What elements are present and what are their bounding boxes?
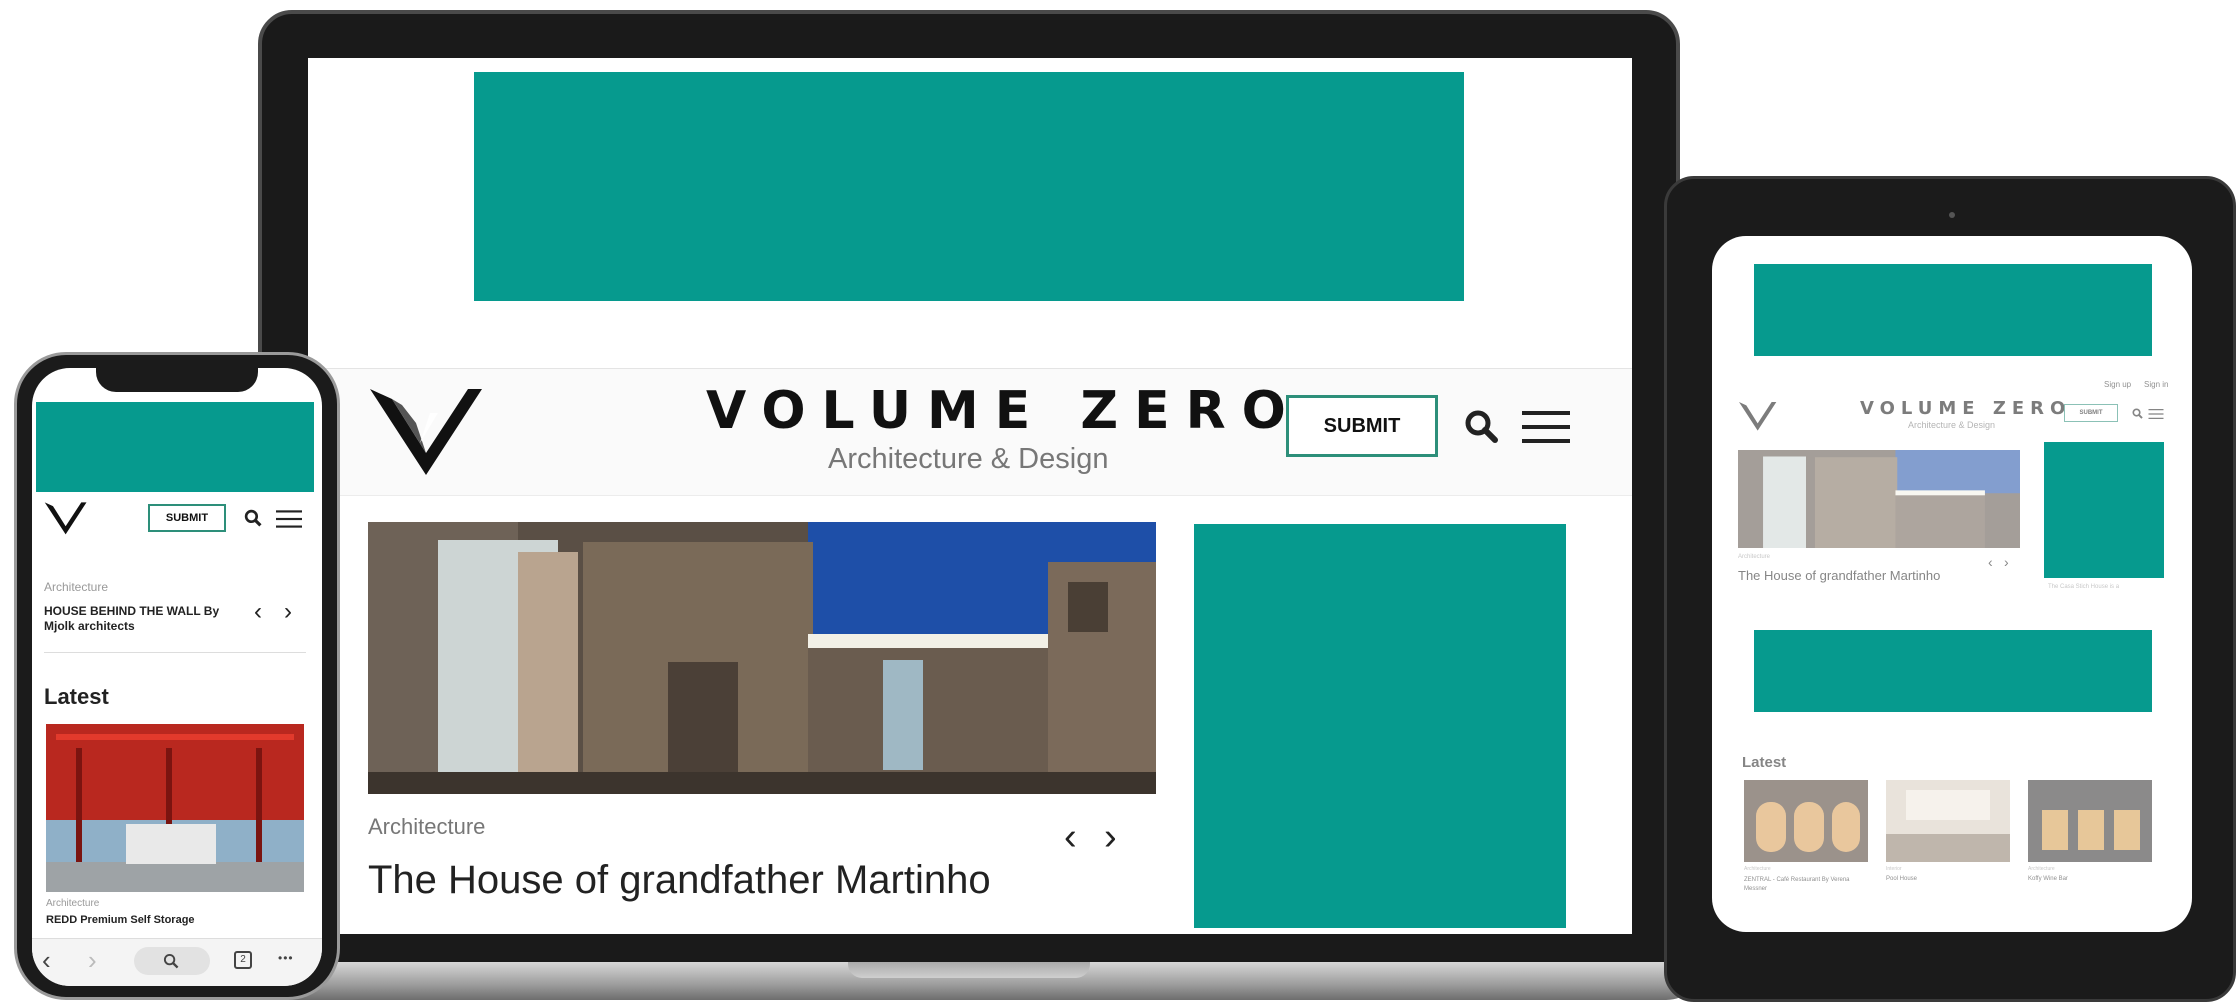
tablet-site-title[interactable]: VOLUME ZERO — [1860, 398, 2071, 419]
phone-banner-ad — [36, 402, 314, 492]
browser-toolbar: ‹ › 2 ••• — [32, 938, 322, 986]
menu-icon[interactable] — [1522, 411, 1570, 443]
site-title[interactable]: VOLUME ZERO — [706, 381, 1302, 441]
phone-featured-title[interactable]: HOUSE BEHIND THE WALL By Mjolk architect… — [44, 604, 244, 634]
tablet-search-icon[interactable] — [2132, 408, 2143, 419]
tablet-featured-image[interactable] — [1738, 450, 2020, 548]
tablet-sign-up-link[interactable]: Sign up — [2104, 380, 2131, 389]
phone-logo-icon[interactable] — [44, 500, 88, 536]
tablet-latest-category-3[interactable]: Architecture — [2028, 866, 2055, 872]
phone-next-button[interactable]: › — [284, 600, 292, 624]
phone-featured-category[interactable]: Architecture — [44, 580, 108, 594]
divider — [44, 652, 306, 653]
sidebar-ad — [1194, 524, 1566, 928]
tablet-latest-category-2[interactable]: Interior — [1886, 866, 1902, 872]
tablet-camera — [1949, 212, 1955, 218]
tablet-screen: Sign up Sign in VOLUME ZERO Architecture… — [1712, 236, 2192, 932]
browser-more-icon[interactable]: ••• — [278, 951, 294, 965]
phone-search-icon[interactable] — [244, 509, 262, 527]
tablet-site-tagline: Architecture & Design — [1908, 420, 1996, 430]
site-tagline: Architecture & Design — [828, 443, 1109, 475]
laptop-screen: VOLUME ZERO Architecture & Design SUBMIT… — [308, 58, 1632, 934]
featured-category[interactable]: Architecture — [368, 814, 485, 840]
search-icon[interactable] — [1464, 409, 1498, 443]
featured-article-image[interactable] — [368, 522, 1156, 794]
browser-forward-icon[interactable]: › — [88, 945, 97, 976]
tablet-latest-title-1[interactable]: ZENTRAL - Café Restaurant By Verena Mess… — [1744, 876, 1864, 894]
phone-screen: SUBMIT Architecture HOUSE BEHIND THE WAL… — [32, 368, 322, 986]
tablet-sidebar-ad — [2044, 442, 2164, 578]
tablet-next-button[interactable]: › — [2004, 554, 2009, 570]
browser-address-bar[interactable] — [134, 947, 210, 975]
phone-latest-title[interactable]: REDD Premium Self Storage — [46, 914, 195, 926]
phone-latest-category[interactable]: Architecture — [46, 898, 99, 909]
phone-notch — [96, 364, 258, 392]
tablet-mid-ad — [1754, 630, 2152, 712]
tablet-prev-button[interactable]: ‹ — [1988, 554, 1993, 570]
tablet-top-ad — [1754, 264, 2152, 356]
tablet-latest-category-1[interactable]: Architecture — [1744, 866, 1771, 872]
tablet-featured-title[interactable]: The House of grandfather Martinho — [1738, 568, 1940, 583]
tablet-logo-icon[interactable] — [1738, 400, 1778, 432]
phone-menu-icon[interactable] — [276, 510, 302, 528]
tablet-latest-title-3[interactable]: Koffy Wine Bar — [2028, 876, 2068, 882]
tablet-side-caption[interactable]: The Casa Stich House is a — [2048, 584, 2119, 590]
tablet-submit-button[interactable]: SUBMIT — [2064, 404, 2118, 422]
site-header: VOLUME ZERO Architecture & Design SUBMIT — [308, 368, 1632, 496]
phone-prev-button[interactable]: ‹ — [254, 600, 262, 624]
tablet-latest-heading: Latest — [1742, 754, 1787, 771]
carousel-prev-button[interactable]: ‹ — [1064, 818, 1077, 856]
volume-zero-logo-icon[interactable] — [368, 383, 486, 479]
phone-submit-button[interactable]: SUBMIT — [148, 504, 226, 532]
phone-latest-image[interactable] — [46, 724, 304, 892]
tablet-menu-icon[interactable] — [2148, 409, 2164, 419]
tablet-latest-title-2[interactable]: Pool House — [1886, 876, 1917, 882]
submit-button[interactable]: SUBMIT — [1286, 395, 1438, 457]
carousel-next-button[interactable]: › — [1104, 818, 1117, 856]
top-banner-ad — [474, 72, 1464, 301]
tablet-latest-image-2[interactable] — [1886, 780, 2010, 862]
tablet-sign-in-link[interactable]: Sign in — [2144, 380, 2168, 389]
laptop-opening-notch — [848, 962, 1090, 978]
phone-latest-heading: Latest — [44, 684, 109, 709]
featured-title[interactable]: The House of grandfather Martinho — [368, 858, 991, 903]
browser-tabs-button[interactable]: 2 — [234, 951, 252, 969]
tablet-latest-image-3[interactable] — [2028, 780, 2152, 862]
browser-back-icon[interactable]: ‹ — [42, 945, 51, 976]
tablet-latest-image-1[interactable] — [1744, 780, 1868, 862]
tablet-featured-category[interactable]: Architecture — [1738, 554, 1770, 560]
